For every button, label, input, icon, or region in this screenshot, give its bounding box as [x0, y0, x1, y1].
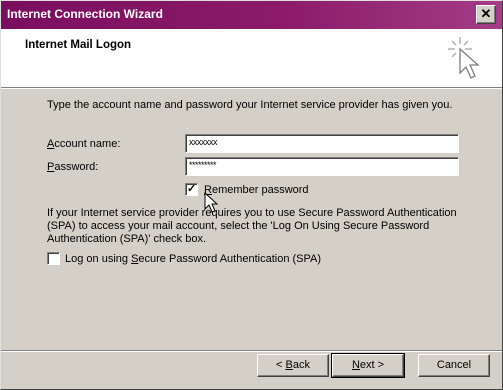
account-name-label: Account name: [47, 138, 121, 150]
account-name-value: xxxxxxx [189, 137, 218, 147]
mouse-pointer-icon [204, 192, 219, 213]
title-bar[interactable]: Internet Connection Wizard ✕ [1, 1, 502, 29]
password-input[interactable]: ********* [185, 157, 459, 176]
wizard-header: Internet Mail Logon [1, 29, 502, 89]
close-button[interactable]: ✕ [476, 5, 496, 24]
checkmark-icon: ✓ [187, 183, 197, 195]
account-name-input[interactable]: xxxxxxx [185, 134, 459, 153]
intro-text: Type the account name and password your … [47, 99, 453, 111]
close-icon: ✕ [480, 6, 492, 21]
window-title: Internet Connection Wizard [7, 7, 163, 21]
spa-checkbox-label[interactable]: Log on using Secure Password Authenticat… [65, 253, 321, 265]
footer-divider-highlight [1, 351, 502, 352]
password-value: ********* [189, 160, 217, 170]
remember-password-checkbox[interactable]: ✓ [185, 183, 198, 196]
cancel-button[interactable]: Cancel [418, 354, 490, 377]
page-title: Internet Mail Logon [25, 39, 132, 51]
wizard-window: Internet Connection Wizard ✕ Internet Ma… [0, 0, 503, 390]
spa-description: If your Internet service provider requir… [47, 207, 457, 245]
password-label: Password: [47, 161, 99, 173]
next-button[interactable]: Next > [331, 353, 405, 378]
wizard-sparkle-cursor-icon [448, 37, 480, 79]
back-button[interactable]: < Back [257, 354, 329, 377]
spa-checkbox[interactable] [47, 252, 60, 265]
